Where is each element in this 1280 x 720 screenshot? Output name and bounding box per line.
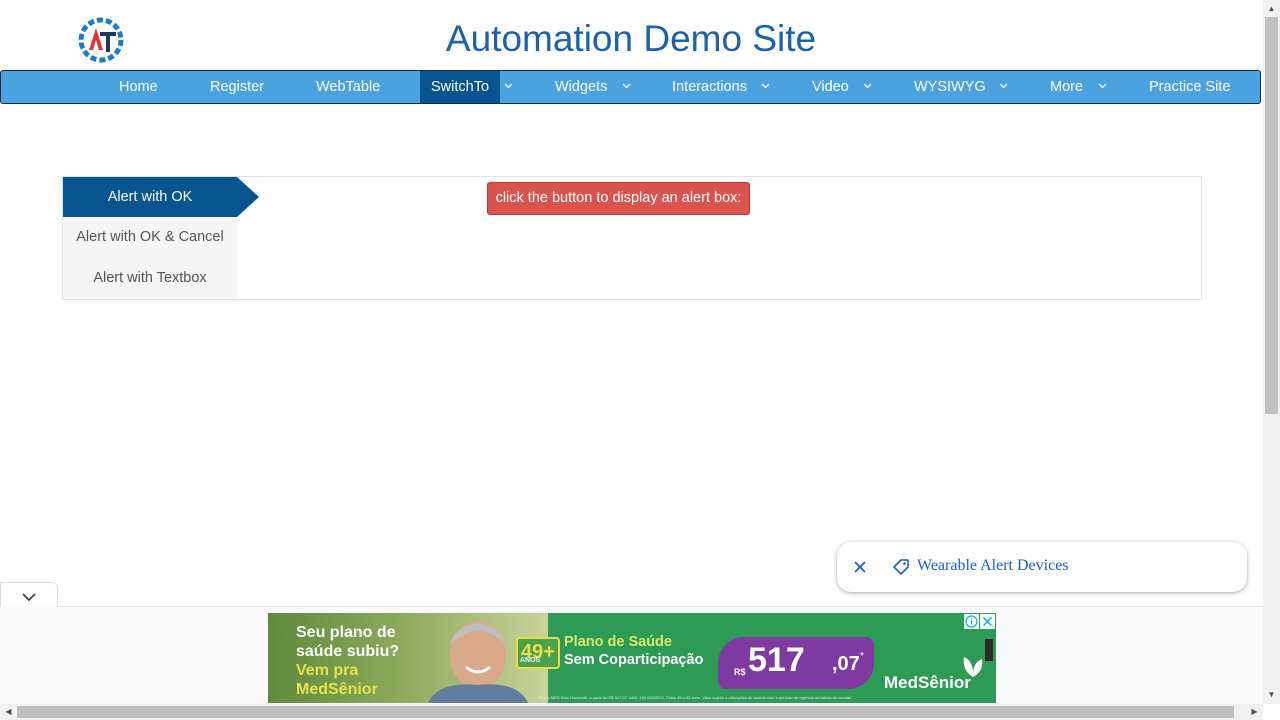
suggestion-chip[interactable]: Wearable Alert Devices bbox=[837, 542, 1247, 592]
nav-interactions[interactable]: Interactions bbox=[672, 71, 747, 103]
tag-icon bbox=[893, 559, 909, 575]
nav-switchto[interactable]: SwitchTo bbox=[420, 71, 500, 103]
nav-practice-site[interactable]: Practice Site bbox=[1149, 71, 1230, 103]
ad-price-cents: ,07 bbox=[832, 653, 860, 675]
close-icon[interactable] bbox=[851, 558, 869, 576]
ad-headline: Seu plano de saúde subiu? bbox=[296, 624, 400, 660]
nav-video[interactable]: Video bbox=[812, 71, 849, 103]
vertical-scroll-thumb[interactable] bbox=[1265, 17, 1278, 414]
nav-more[interactable]: More bbox=[1050, 71, 1083, 103]
chip-label[interactable]: Wearable Alert Devices bbox=[917, 557, 1069, 575]
ad-price-mark: * bbox=[860, 651, 864, 662]
chevron-down-icon[interactable] bbox=[761, 71, 770, 103]
tab-alert-ok-cancel[interactable]: Alert with OK & Cancel bbox=[63, 217, 237, 257]
ad-fine-print: *Plano MED Belo Horizonte, a partir de R… bbox=[538, 695, 853, 700]
chevron-down-icon[interactable] bbox=[622, 71, 631, 103]
ad-age-badge: 49+ bbox=[516, 637, 560, 669]
nav-widgets[interactable]: Widgets bbox=[555, 71, 607, 103]
vertical-scrollbar[interactable]: ▲ ▼ bbox=[1263, 0, 1280, 704]
chevron-down-icon[interactable] bbox=[504, 71, 513, 103]
chevron-down-icon bbox=[22, 593, 36, 602]
ad-currency: R$ bbox=[734, 667, 746, 677]
ad-banner[interactable]: Seu plano de saúde subiu? Vem pra MedSên… bbox=[268, 613, 996, 703]
scroll-up-icon[interactable]: ▲ bbox=[1263, 0, 1280, 17]
collapse-ad-button[interactable] bbox=[0, 582, 58, 607]
ad-age-unit: ANOS bbox=[520, 657, 541, 664]
site-title: Automation Demo Site bbox=[445, 18, 817, 59]
ad-brand: MedSênior bbox=[884, 673, 971, 692]
ad-price-box: R$ 517 ,07 * bbox=[718, 637, 874, 689]
chevron-down-icon[interactable] bbox=[863, 71, 872, 103]
ad-side-label bbox=[985, 639, 993, 661]
alert-tabs: Alert with OK Alert with OK & Cancel Ale… bbox=[63, 177, 237, 299]
chevron-down-icon[interactable] bbox=[999, 71, 1008, 103]
tab-alert-textbox[interactable]: Alert with Textbox bbox=[63, 258, 237, 298]
chevron-down-icon[interactable] bbox=[1098, 71, 1107, 103]
nav-wysiwyg[interactable]: WYSIWYG bbox=[914, 71, 986, 103]
ad-price: 517 bbox=[748, 641, 805, 679]
scroll-down-icon[interactable]: ▼ bbox=[1263, 686, 1280, 703]
ad-line2: Sem Coparticipação bbox=[564, 652, 704, 668]
main-navbar: Home Register WebTable SwitchTo Widgets … bbox=[0, 70, 1261, 104]
horizontal-scrollbar[interactable]: ◀ ▶ bbox=[0, 704, 1263, 720]
active-tab-arrow bbox=[237, 177, 259, 217]
alerts-panel: Alert with OK Alert with OK & Cancel Ale… bbox=[62, 176, 1202, 300]
nav-webtable[interactable]: WebTable bbox=[316, 71, 380, 103]
scroll-right-icon[interactable]: ▶ bbox=[1246, 704, 1263, 720]
ad-close-icon[interactable] bbox=[980, 614, 995, 629]
ad-info-icon[interactable] bbox=[964, 614, 979, 629]
ad-line1: Plano de Saúde bbox=[564, 634, 672, 650]
ad-cta: Vem pra MedSênior bbox=[296, 662, 378, 698]
horizontal-scroll-thumb[interactable] bbox=[17, 706, 1234, 718]
nav-register[interactable]: Register bbox=[210, 71, 264, 103]
nav-home[interactable]: Home bbox=[119, 71, 158, 103]
scroll-left-icon[interactable]: ◀ bbox=[0, 704, 17, 720]
tab-alert-ok[interactable]: Alert with OK bbox=[63, 177, 237, 217]
alert-ok-button[interactable]: click the button to display an alert box… bbox=[487, 182, 750, 215]
